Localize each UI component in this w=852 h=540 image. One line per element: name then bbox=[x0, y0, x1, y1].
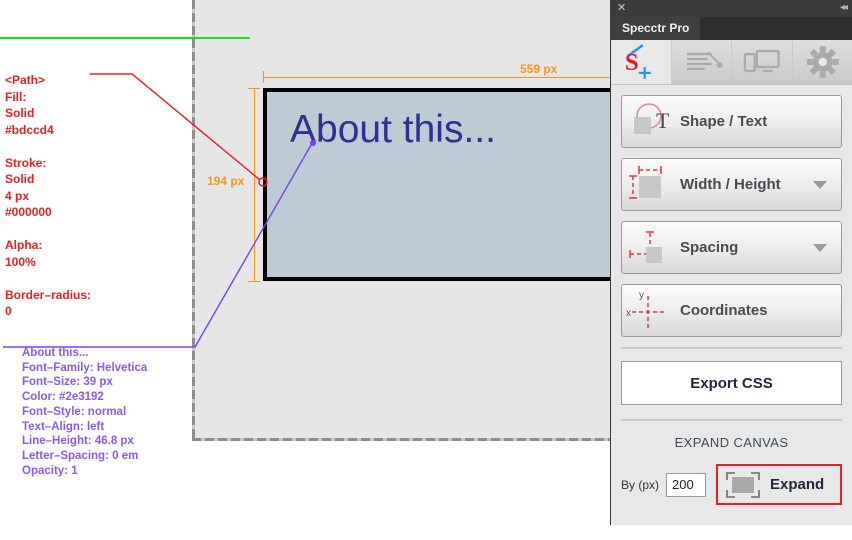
text-spec-annotation: About this... Font–Family: Helvetica Fon… bbox=[22, 347, 148, 477]
height-dimension-label: 194 px bbox=[207, 174, 245, 188]
export-css-button[interactable]: Export CSS bbox=[621, 361, 842, 405]
shape-spec-annotation: <Path> Fill: Solid #bdccd4 Stroke: Solid… bbox=[5, 73, 92, 318]
panel-tabbar: Specctr Pro bbox=[611, 17, 852, 40]
width-height-icon bbox=[622, 158, 680, 211]
shape-text-button-label: Shape / Text bbox=[680, 113, 768, 130]
artboard-edge-bottom bbox=[192, 438, 612, 441]
coordinates-icon: y x bbox=[622, 284, 680, 337]
panel-toolbar: S bbox=[611, 40, 852, 85]
tab-specctr-pro[interactable]: Specctr Pro bbox=[611, 17, 701, 40]
expand-by-input[interactable]: 200 bbox=[666, 472, 707, 497]
expand-by-label: By (px) bbox=[621, 477, 660, 492]
width-dimension-tick bbox=[263, 71, 264, 83]
svg-text:S: S bbox=[625, 49, 639, 76]
coordinates-button[interactable]: y x Coordinates bbox=[621, 284, 842, 337]
close-icon[interactable]: ✕ bbox=[617, 2, 626, 14]
expand-button-label: Expand bbox=[770, 476, 825, 493]
svg-text:T: T bbox=[656, 108, 670, 133]
svg-text:y: y bbox=[639, 290, 644, 301]
shape-text-button[interactable]: T Shape / Text bbox=[621, 95, 842, 148]
svg-text:x: x bbox=[626, 308, 631, 319]
width-height-button-label: Width / Height bbox=[680, 176, 781, 193]
specctr-panel: ✕ ◂◂ Specctr Pro S T Shape / Text Width … bbox=[610, 0, 852, 525]
width-dimension-label: 559 px bbox=[520, 62, 558, 76]
artboard-edge-left bbox=[192, 0, 195, 441]
settings-tab[interactable] bbox=[792, 40, 852, 84]
section-divider bbox=[621, 347, 842, 349]
specctr-logo-tab[interactable]: S bbox=[611, 40, 672, 84]
panel-body: T Shape / Text Width / Height Spacing y … bbox=[611, 85, 852, 505]
shape-text-icon: T bbox=[622, 95, 680, 148]
expand-button[interactable]: Expand bbox=[716, 464, 842, 505]
expand-canvas-title: EXPAND CANVAS bbox=[674, 435, 789, 450]
collapse-panel-icon[interactable]: ◂◂ bbox=[840, 2, 848, 14]
spacing-button-label: Spacing bbox=[680, 239, 739, 256]
height-dimension-ruler bbox=[254, 88, 255, 281]
expand-canvas-section: EXPAND CANVAS By (px) 200 Expand bbox=[621, 435, 842, 505]
spacing-button[interactable]: Spacing bbox=[621, 221, 842, 274]
height-dimension-tick-bottom bbox=[248, 281, 260, 282]
shape-text-content[interactable]: About this... bbox=[290, 107, 496, 154]
horizontal-guide-line[interactable] bbox=[0, 37, 250, 39]
width-height-button[interactable]: Width / Height bbox=[621, 158, 842, 211]
annotation-tab[interactable] bbox=[671, 40, 732, 84]
width-dimension-ruler bbox=[263, 77, 612, 78]
expand-canvas-row: By (px) 200 Expand bbox=[621, 464, 842, 505]
height-dimension-tick-top bbox=[248, 88, 260, 89]
export-css-button-label: Export CSS bbox=[690, 374, 773, 392]
section-divider bbox=[621, 419, 842, 421]
devices-tab[interactable] bbox=[732, 40, 793, 84]
coordinates-button-label: Coordinates bbox=[680, 302, 768, 319]
panel-titlebar: ✕ ◂◂ bbox=[611, 0, 852, 17]
chevron-down-icon[interactable] bbox=[813, 244, 827, 252]
chevron-down-icon[interactable] bbox=[813, 181, 827, 189]
spacing-icon bbox=[622, 221, 680, 274]
expand-canvas-icon bbox=[718, 464, 770, 505]
